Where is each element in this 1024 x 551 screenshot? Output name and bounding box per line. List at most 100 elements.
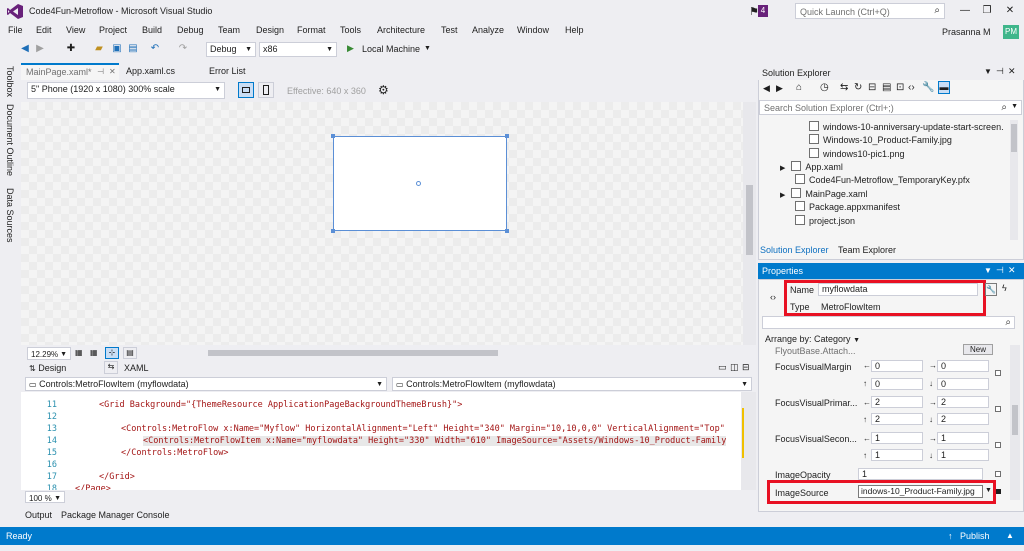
new-button[interactable]: New: [963, 344, 993, 355]
user-name[interactable]: Prasanna M: [942, 27, 991, 37]
menu-team[interactable]: Team: [218, 25, 240, 35]
tree-item[interactable]: Package.appxmanifest: [795, 201, 900, 214]
menu-architecture[interactable]: Architecture: [377, 25, 425, 35]
scrollbar-thumb[interactable]: [746, 185, 753, 255]
close-icon[interactable]: ✕: [1008, 265, 1016, 276]
secondary-bottom-field[interactable]: 1: [937, 449, 989, 461]
menu-build[interactable]: Build: [142, 25, 162, 35]
open-file-icon[interactable]: ▰: [92, 42, 106, 56]
pin-icon[interactable]: ⊣: [996, 265, 1004, 276]
close-icon[interactable]: ✕: [1008, 66, 1016, 77]
preview-icon[interactable]: ⊡: [896, 82, 904, 93]
tree-item[interactable]: Windows-10_Product-Family.jpg: [809, 134, 952, 147]
scrollbar-thumb[interactable]: [208, 350, 498, 356]
margin-left-field[interactable]: 0: [871, 360, 923, 372]
undo-icon[interactable]: ↶: [148, 42, 162, 56]
scrollbar-thumb[interactable]: [1011, 124, 1017, 152]
collapse-all-icon[interactable]: ⊟: [868, 82, 876, 93]
run-target-button[interactable]: Local Machine: [362, 44, 420, 54]
advanced-options-marker[interactable]: [995, 442, 1001, 448]
primary-left-field[interactable]: 2: [871, 396, 923, 408]
primary-bottom-field[interactable]: 2: [937, 413, 989, 425]
show-all-files-icon[interactable]: ▤: [882, 82, 891, 93]
menu-tools[interactable]: Tools: [340, 25, 361, 35]
tree-item[interactable]: windows10-pic1.png: [809, 148, 905, 161]
sync-icon[interactable]: ⇆: [840, 82, 848, 93]
close-button[interactable]: ✕: [1001, 3, 1019, 19]
advanced-options-marker[interactable]: [995, 406, 1001, 412]
tab-app-xaml-cs[interactable]: App.xaml.cs: [121, 63, 180, 80]
save-all-icon[interactable]: ▤: [126, 42, 140, 56]
margin-top-field[interactable]: 0: [871, 378, 923, 390]
redo-icon[interactable]: ↷: [176, 42, 190, 56]
menu-debug[interactable]: Debug: [177, 25, 204, 35]
events-lightning-icon[interactable]: ϟ: [1002, 283, 1007, 293]
grid-toggle-icon[interactable]: ▦: [90, 348, 98, 357]
save-icon[interactable]: ▣: [110, 42, 124, 56]
tab-xaml[interactable]: XAML: [124, 361, 149, 375]
code-nav-right-select[interactable]: ▭ Controls:MetroFlowItem (myflowdata) ▼: [392, 377, 752, 391]
refresh-icon[interactable]: ↻: [854, 82, 862, 93]
scrollbar-thumb[interactable]: [1012, 405, 1018, 435]
vertical-split-icon[interactable]: ◫: [730, 362, 739, 373]
resize-handle[interactable]: [331, 134, 335, 138]
minimize-button[interactable]: —: [956, 3, 974, 19]
search-icon[interactable]: ⌕: [1001, 102, 1007, 113]
portrait-toggle[interactable]: [258, 82, 274, 98]
pin-icon[interactable]: ⊣: [996, 66, 1004, 77]
primary-right-field[interactable]: 2: [937, 396, 989, 408]
view-code-icon[interactable]: ‹›: [908, 82, 915, 93]
menu-design[interactable]: Design: [256, 25, 284, 35]
center-handle[interactable]: [416, 181, 421, 186]
margin-bottom-field[interactable]: 0: [937, 378, 989, 390]
advanced-options-marker[interactable]: [995, 471, 1001, 477]
tab-output[interactable]: Output: [25, 508, 52, 522]
tree-item[interactable]: project.json: [795, 215, 855, 228]
chevron-down-icon[interactable]: ▼: [984, 67, 992, 76]
snap-to-gridlines-icon[interactable]: ⊹: [105, 347, 119, 359]
notification-badge[interactable]: 4: [758, 5, 768, 17]
menu-help[interactable]: Help: [565, 25, 584, 35]
configuration-select[interactable]: Debug ▼: [206, 42, 256, 57]
chevron-up-icon[interactable]: ▲: [1006, 531, 1014, 540]
resize-handle[interactable]: [505, 134, 509, 138]
expand-arrow-icon[interactable]: ▶: [780, 165, 785, 172]
resize-handle[interactable]: [331, 229, 335, 233]
collapse-pane-icon[interactable]: ⊟: [742, 362, 750, 373]
secondary-left-field[interactable]: 1: [871, 432, 923, 444]
tab-design[interactable]: ⇅ Design: [25, 361, 70, 375]
tree-item[interactable]: ▶ MainPage.xaml: [780, 188, 867, 201]
tab-error-list[interactable]: Error List: [204, 63, 251, 80]
image-opacity-field[interactable]: 1: [858, 468, 983, 480]
menu-edit[interactable]: Edit: [36, 25, 52, 35]
side-tab-toolbox[interactable]: Toolbox: [5, 66, 15, 97]
xaml-code-editor[interactable]: 11 <Grid Background="{ThemeResource Appli…: [21, 392, 741, 494]
solution-explorer-search[interactable]: Search Solution Explorer (Ctrl+;) ⌕ ▼: [759, 100, 1022, 115]
play-icon[interactable]: ▶: [347, 43, 354, 54]
history-icon[interactable]: ◷: [820, 82, 829, 93]
code-nav-left-select[interactable]: ▭ Controls:MetroFlowItem (myflowdata) ▼: [25, 377, 387, 391]
back-icon[interactable]: ◀: [763, 83, 770, 94]
landscape-toggle[interactable]: [238, 82, 254, 98]
advanced-options-marker[interactable]: [995, 370, 1001, 376]
resize-handle[interactable]: [505, 229, 509, 233]
code-vertical-scrollbar[interactable]: [741, 392, 756, 490]
home-icon[interactable]: ⌂: [796, 82, 802, 93]
menu-project[interactable]: Project: [99, 25, 127, 35]
tab-mainpage-xaml[interactable]: MainPage.xaml* ⊣ ✕: [21, 63, 119, 80]
tree-item[interactable]: Code4Fun-Metroflow_TemporaryKey.pfx: [795, 174, 970, 187]
expand-arrow-icon[interactable]: ▶: [780, 192, 785, 199]
side-tab-document-outline[interactable]: Document Outline: [5, 104, 15, 176]
tree-item[interactable]: windows-10-anniversary-update-start-scre…: [809, 121, 1004, 134]
side-tab-data-sources[interactable]: Data Sources: [5, 188, 15, 243]
maximize-button[interactable]: ❐: [978, 3, 996, 19]
avatar[interactable]: PM: [1003, 25, 1019, 39]
code-zoom-select[interactable]: 100 % ▼: [25, 491, 65, 503]
sync-view-icon[interactable]: ▬: [938, 81, 950, 94]
menu-view[interactable]: View: [66, 25, 85, 35]
publish-button[interactable]: Publish: [960, 531, 990, 541]
tab-package-manager-console[interactable]: Package Manager Console: [61, 508, 170, 522]
gear-icon[interactable]: ⚙: [378, 83, 389, 97]
menu-analyze[interactable]: Analyze: [472, 25, 504, 35]
properties-scrollbar[interactable]: [1010, 345, 1020, 500]
